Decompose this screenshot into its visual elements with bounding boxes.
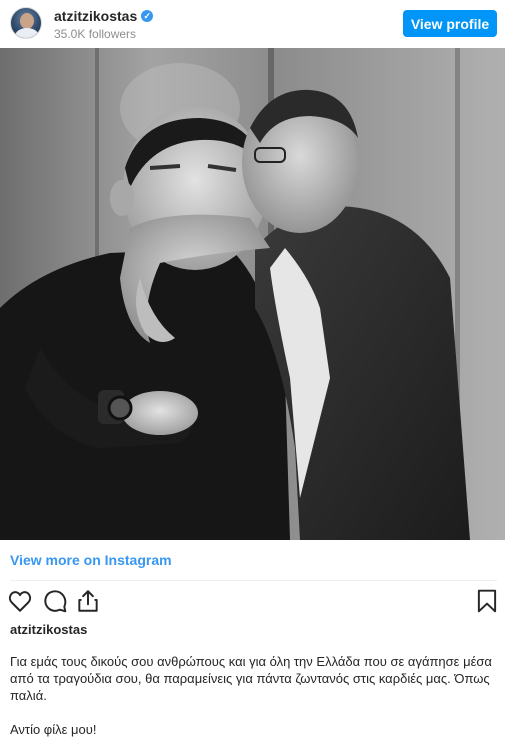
username-link[interactable]: atzitzikostas — [54, 8, 137, 24]
post-caption-end: Αντίο φίλε μου! — [10, 722, 97, 737]
user-block: atzitzikostas ✓ 35.0K followers — [54, 8, 154, 41]
share-icon[interactable] — [75, 588, 101, 614]
avatar[interactable] — [10, 7, 42, 39]
photo-image — [0, 48, 505, 540]
instagram-embed: atzitzikostas ✓ 35.0K followers View pro… — [0, 0, 505, 743]
action-bar — [0, 588, 505, 616]
bookmark-icon[interactable] — [474, 588, 500, 614]
comment-icon[interactable] — [42, 588, 68, 614]
verified-badge-icon: ✓ — [141, 10, 154, 22]
post-caption: Για εμάς τους δικούς σου ανθρώπους και γ… — [10, 654, 492, 703]
heart-icon[interactable] — [7, 588, 33, 614]
followers-count: 35.0K followers — [54, 27, 137, 41]
divider — [10, 580, 497, 581]
caption-username[interactable]: atzitzikostas — [10, 622, 87, 637]
post-photo[interactable] — [0, 48, 505, 540]
avatar-face — [20, 13, 34, 29]
view-profile-button[interactable]: View profile — [403, 10, 497, 37]
view-more-link[interactable]: View more on Instagram — [10, 552, 172, 568]
post-header: atzitzikostas ✓ 35.0K followers View pro… — [0, 0, 505, 48]
avatar-shirt — [15, 28, 39, 38]
username-row: atzitzikostas ✓ — [54, 8, 154, 24]
